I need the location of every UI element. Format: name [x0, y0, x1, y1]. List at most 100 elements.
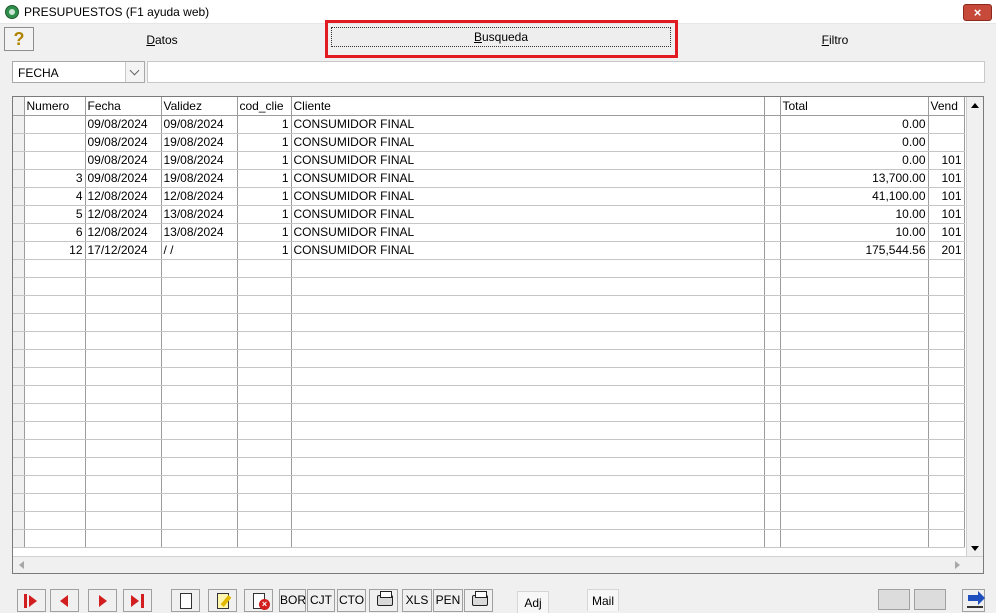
cell-total[interactable]	[780, 457, 929, 476]
cell-vend[interactable]	[928, 493, 965, 512]
cell-cliente[interactable]	[291, 529, 765, 548]
table-row[interactable]: 6 12/08/2024 13/08/2024 1 CONSUMIDOR FINAL 10…	[13, 223, 965, 242]
cell-fecha[interactable]	[85, 511, 162, 530]
cell-validez[interactable]: 12/08/2024	[161, 187, 238, 206]
table-row[interactable]: 09/08/2024 09/08/2024 1 CONSUMIDOR FINAL 0.0…	[13, 115, 965, 134]
cell-cod-clie[interactable]	[237, 349, 292, 368]
cell-blank[interactable]	[764, 241, 781, 260]
cell-cod-clie[interactable]: 1	[237, 223, 292, 242]
cell-total[interactable]	[780, 421, 929, 440]
scroll-down-button[interactable]	[967, 540, 983, 557]
cell-vend[interactable]: 101	[928, 169, 965, 188]
table-row[interactable]: 4 12/08/2024 12/08/2024 1 CONSUMIDOR FINAL 41…	[13, 187, 965, 206]
table-row-empty[interactable]	[13, 295, 965, 314]
col-header-validez[interactable]: Validez	[161, 97, 238, 116]
cell-numero[interactable]	[24, 421, 86, 440]
table-row-empty[interactable]	[13, 511, 965, 530]
cell-fecha[interactable]	[85, 421, 162, 440]
table-row-empty[interactable]	[13, 313, 965, 332]
col-header-vend[interactable]: Vend	[928, 97, 965, 116]
cell-cliente[interactable]	[291, 475, 765, 494]
row-selector[interactable]	[13, 493, 25, 512]
scroll-left-button[interactable]	[13, 557, 30, 573]
cell-cliente[interactable]	[291, 277, 765, 296]
cell-numero[interactable]	[24, 349, 86, 368]
cell-numero[interactable]	[24, 403, 86, 422]
cell-numero[interactable]	[24, 295, 86, 314]
row-selector[interactable]	[13, 187, 25, 206]
row-selector[interactable]	[13, 349, 25, 368]
cell-cod-clie[interactable]: 1	[237, 115, 292, 134]
cell-total[interactable]	[780, 367, 929, 386]
cell-vend[interactable]	[928, 133, 965, 152]
cell-validez[interactable]	[161, 313, 238, 332]
cell-cod-clie[interactable]	[237, 295, 292, 314]
cell-vend[interactable]	[928, 259, 965, 278]
cell-blank[interactable]	[764, 457, 781, 476]
cell-total[interactable]: 13,700.00	[780, 169, 929, 188]
row-selector[interactable]	[13, 133, 25, 152]
table-row-empty[interactable]	[13, 349, 965, 368]
cell-total[interactable]	[780, 493, 929, 512]
cell-cliente[interactable]: CONSUMIDOR FINAL	[291, 223, 765, 242]
cell-cliente[interactable]	[291, 493, 765, 512]
scroll-right-button[interactable]	[949, 557, 966, 573]
cell-validez[interactable]: 13/08/2024	[161, 205, 238, 224]
cell-vend[interactable]	[928, 295, 965, 314]
cell-validez[interactable]	[161, 529, 238, 548]
cell-numero[interactable]	[24, 457, 86, 476]
cell-validez[interactable]	[161, 295, 238, 314]
cell-numero[interactable]: 12	[24, 241, 86, 260]
cell-numero[interactable]	[24, 385, 86, 404]
tab-filtro[interactable]: Filtro	[676, 29, 994, 51]
vertical-scrollbar[interactable]	[966, 97, 983, 557]
cell-cliente[interactable]	[291, 259, 765, 278]
search-input[interactable]	[147, 61, 985, 83]
cell-total[interactable]	[780, 313, 929, 332]
print-button[interactable]	[369, 589, 398, 612]
cell-cliente[interactable]	[291, 511, 765, 530]
cell-numero[interactable]: 3	[24, 169, 86, 188]
cell-cliente[interactable]	[291, 385, 765, 404]
cell-blank[interactable]	[764, 313, 781, 332]
cell-fecha[interactable]	[85, 385, 162, 404]
table-row-empty[interactable]	[13, 475, 965, 494]
cell-cod-clie[interactable]	[237, 367, 292, 386]
cell-vend[interactable]	[928, 403, 965, 422]
cell-blank[interactable]	[764, 115, 781, 134]
row-selector[interactable]	[13, 151, 25, 170]
exit-button[interactable]	[962, 589, 985, 612]
cjt-button[interactable]: CJT	[307, 589, 335, 612]
cell-total[interactable]	[780, 295, 929, 314]
cell-vend[interactable]: 101	[928, 223, 965, 242]
cell-cliente[interactable]: CONSUMIDOR FINAL	[291, 241, 765, 260]
new-document-button[interactable]	[171, 589, 200, 612]
cell-fecha[interactable]	[85, 259, 162, 278]
row-selector[interactable]	[13, 511, 25, 530]
cell-validez[interactable]	[161, 277, 238, 296]
row-selector[interactable]	[13, 115, 25, 134]
table-row[interactable]: 3 09/08/2024 19/08/2024 1 CONSUMIDOR FINAL 13…	[13, 169, 965, 188]
cell-cod-clie[interactable]	[237, 475, 292, 494]
help-button[interactable]: ?	[4, 27, 34, 51]
cell-validez[interactable]	[161, 349, 238, 368]
table-row-empty[interactable]	[13, 259, 965, 278]
cell-validez[interactable]: 09/08/2024	[161, 115, 238, 134]
cell-cod-clie[interactable]	[237, 529, 292, 548]
cell-cod-clie[interactable]: 1	[237, 205, 292, 224]
col-header-cod-clie[interactable]: cod_clie	[237, 97, 292, 116]
cell-fecha[interactable]	[85, 277, 162, 296]
cto-button[interactable]: CTO	[337, 589, 366, 612]
first-record-button[interactable]	[17, 589, 46, 612]
row-selector[interactable]	[13, 259, 25, 278]
cell-blank[interactable]	[764, 277, 781, 296]
cell-validez[interactable]	[161, 367, 238, 386]
cell-validez[interactable]: / /	[161, 241, 238, 260]
cell-cliente[interactable]	[291, 457, 765, 476]
cell-cliente[interactable]: CONSUMIDOR FINAL	[291, 205, 765, 224]
cell-numero[interactable]: 5	[24, 205, 86, 224]
col-header-blank[interactable]	[764, 97, 781, 116]
table-row-empty[interactable]	[13, 367, 965, 386]
cell-total[interactable]: 10.00	[780, 223, 929, 242]
previous-record-button[interactable]	[50, 589, 79, 612]
